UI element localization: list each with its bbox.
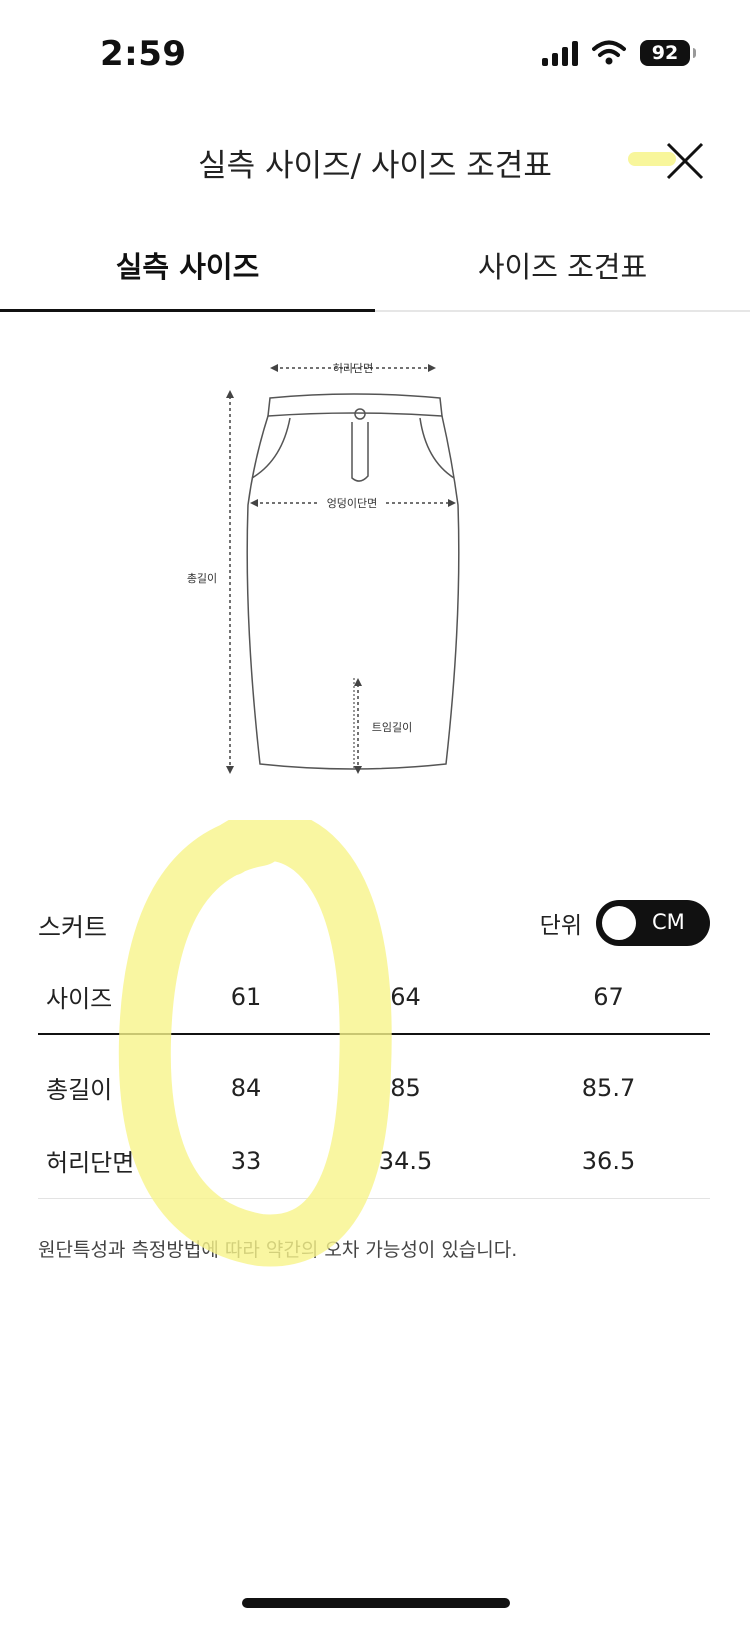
table-cell: 85 (390, 1073, 421, 1102)
modal-header: 실측 사이즈/ 사이즈 조견표 (0, 110, 750, 220)
slit-label: 트임길이 (372, 721, 412, 734)
skirt-diagram: 허리단면 총길이 엉덩이단면 트임길이 (170, 360, 570, 810)
unit-label: 단위 (539, 913, 582, 939)
status-bar: 2:59 92 (0, 0, 750, 110)
table-header-cell: 67 (593, 982, 624, 1011)
unit-selector: 단위 CM (540, 900, 710, 946)
tab-bar: 실측 사이즈 사이즈 조견표 (0, 220, 750, 312)
tab-size-chart[interactable]: 사이즈 조견표 (375, 220, 750, 310)
table-cell: 84 (230, 1073, 262, 1102)
table-row: 허리단면 33 34.5 36.5 (38, 1124, 710, 1198)
length-label: 총길이 (187, 572, 217, 585)
unit-value: CM (652, 910, 685, 934)
close-icon[interactable] (664, 140, 706, 182)
table-cell: 총길이 (46, 1076, 113, 1104)
table-cell: 허리단면 (46, 1149, 135, 1178)
slit-arrow (354, 678, 362, 774)
table-header-cell: 64 (390, 982, 421, 1011)
hip-label: 엉덩이단면 (327, 497, 378, 510)
table-cell: 85.7 (581, 1073, 636, 1102)
size-section-header: 스커트 단위 CM (38, 900, 710, 948)
table-header-cell: 61 (230, 982, 262, 1011)
table-row: 총길이 84 85 85.7 (38, 1034, 710, 1124)
measurement-note: 원단특성과 측정방법에 따라 약간의 오차 가능성이 있습니다. (38, 1239, 518, 1261)
home-indicator[interactable] (242, 1598, 510, 1608)
unit-toggle[interactable]: CM (596, 900, 710, 946)
length-arrow (226, 390, 234, 774)
cellular-signal-icon (542, 40, 578, 66)
section-title: 스커트 (38, 913, 108, 942)
skirt-outline (246, 393, 460, 770)
table-cell: 33 (230, 1146, 262, 1175)
wifi-icon (592, 40, 626, 65)
battery-icon: 92 (640, 40, 696, 66)
table-cell: 34.5 (378, 1146, 433, 1175)
waist-label: 허리단면 (333, 362, 373, 375)
table-header-row: 사이즈 61 64 67 (38, 960, 710, 1034)
size-table: 사이즈 61 64 67 총길이 84 85 85.7 허리단면 33 34.5… (38, 960, 710, 1199)
table-header-cell: 사이즈 (46, 985, 113, 1013)
status-icons: 92 (542, 40, 696, 66)
toggle-knob (602, 906, 636, 940)
table-cell: 36.5 (581, 1146, 636, 1175)
status-time: 2:59 (100, 34, 187, 74)
tab-measured-size[interactable]: 실측 사이즈 (0, 220, 375, 312)
